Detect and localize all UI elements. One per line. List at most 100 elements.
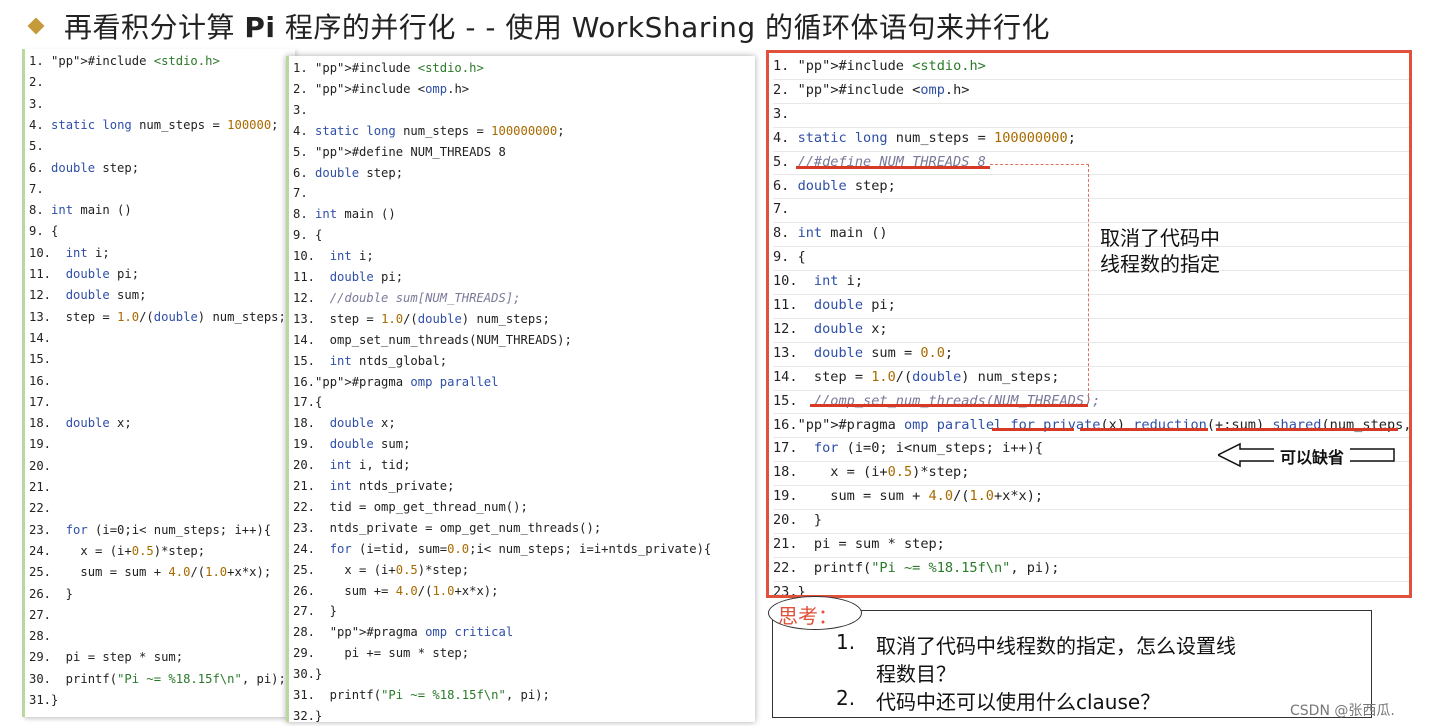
code-line-15: 15. //omp_set_num_threads(NUM_THREADS); [773,390,1409,415]
code-line-14: 14. [29,330,52,345]
code-line-19: 19. [29,437,52,452]
code-line-7: 7. [29,181,44,196]
code-line-24: 24. for (i=tid, sum=0.0;i< num_steps; i=… [293,541,712,556]
code-line-27: 27. [29,607,52,622]
code-line-25: 25. x = (i+0.5)*step; [293,562,470,577]
code-line-20: 20. int i, tid; [293,458,411,473]
code-line-16: 16."pp">#pragma omp parallel [293,374,499,389]
code-line-1: 1. "pp">#include <stdio.h> [29,54,220,68]
code-line-4: 4. static long num_steps = 100000000; [293,123,565,138]
question-1-line-1: 取消了代码中线程数的指定，怎么设置线 [876,634,1236,658]
code-line-4: 4. static long num_steps = 100000; [29,117,279,132]
code-line-13: 13. step = 1.0/(double) num_steps; [293,311,550,326]
code-line-11: 11. double pi; [29,267,140,281]
code-line-30: 30. printf("Pi ~= %18.15f\n", pi); [29,671,286,686]
code-line-24: 24. x = (i+0.5)*step; [29,543,206,558]
code-line-14: 14. omp_set_num_threads(NUM_THREADS); [293,332,572,347]
code-line-20: 20. [29,458,52,473]
code-line-10: 10. int i; [773,270,1409,295]
code-line-2: 2. "pp">#include <omp.h> [773,79,1409,104]
serial-code-panel: 1. "pp">#include <stdio.h> 2. 3. 4. static … [22,49,295,717]
underline-reduction-clause [1080,428,1208,431]
underline-define-comment [796,166,990,169]
code-line-15: 15. int ntds_global; [293,353,448,368]
code-line-20: 20. } [773,509,1409,534]
underline-shared-clause [1216,428,1398,431]
code-line-14: 14. step = 1.0/(double) num_steps; [773,366,1409,391]
code-line-11: 11. double pi; [293,270,404,284]
code-line-13: 13. double sum = 0.0; [773,342,1409,367]
code-line-22: 22. printf("Pi ~= %18.15f\n", pi); [773,557,1409,582]
code-line-18: 18. double x; [293,416,396,431]
code-line-3: 3. [293,102,308,117]
annotation-note: 取消了代码中 线程数的指定 [1100,226,1220,276]
code-line-6: 6. double step; [773,175,1409,200]
code-line-31: 31. printf("Pi ~= %18.15f\n", pi); [293,688,550,702]
code-line-18: 18. double x; [29,416,132,431]
code-line-28: 28. "pp">#pragma omp critical [293,625,514,640]
code-line-16: 16."pp">#pragma omp parallel for private… [773,414,1409,439]
code-line-5: 5. //#define NUM_THREADS 8 [773,151,1409,176]
code-line-5: 5. "pp">#define NUM_THREADS 8 [293,144,506,159]
code-line-19: 19. sum = sum + 4.0/(1.0+x*x); [773,485,1409,511]
code-line-6: 6. double step; [29,160,140,175]
code-line-12: 12. double x; [773,318,1409,343]
code-line-2: 2. "pp">#include <omp.h> [293,81,470,96]
code-line-22: 22. [29,501,52,516]
code-line-10: 10. int i; [29,245,110,260]
code-line-23: 23. for (i=0;i< num_steps; i++){ [29,522,272,537]
code-line-19: 19. double sum; [293,437,411,452]
question-2: 代码中还可以使用什么clause？ [876,690,1161,714]
question-1-line-2: 程数目？ [876,662,956,686]
code-line-30: 30.} [293,667,323,682]
code-line-1: 1. "pp">#include <stdio.h> [773,55,1409,80]
code-line-17: 17. [29,394,52,409]
code-line-31: 31.} [29,693,59,707]
code-line-26: 26. sum += 4.0/(1.0+x*x); [293,583,499,598]
code-line-25: 25. sum = sum + 4.0/(1.0+x*x); [29,565,272,580]
code-line-22: 22. tid = omp_get_thread_num(); [293,499,528,514]
code-line-16: 16. [29,373,52,388]
dashed-connector [990,164,1089,401]
code-line-7: 7. [773,198,1409,224]
parallel-region-code-panel: 1. "pp">#include <stdio.h> 2. "pp">#inclu… [286,56,755,722]
code-line-9: 9. { [29,224,59,239]
code-line-12: 12. //double sum[NUM_THREADS]; [293,290,521,305]
code-line-11: 11. double pi; [773,294,1409,319]
code-line-9: 9. { [293,228,323,243]
code-line-29: 29. pi = step * sum; [29,650,184,665]
code-line-21: 21. int ntds_private; [293,479,455,493]
code-line-4: 4. static long num_steps = 100000000; [773,127,1409,152]
code-line-17: 17.{ [293,395,323,410]
callout-label: 可以缺省 [1274,444,1351,468]
code-line-23: 23.} [773,581,1409,595]
code-line-29: 29. pi += sum * step; [293,646,470,661]
code-line-26: 26. } [29,586,74,601]
code-line-13: 13. step = 1.0/(double) num_steps; [29,309,286,324]
code-line-6: 6. double step; [293,165,404,180]
code-line-8: 8. int main () [773,222,1409,248]
code-line-9: 9. { [773,246,1409,272]
underline-private-clause [992,428,1074,431]
question-2-number: 2. [836,686,856,710]
underline-set-num-threads-comment [810,404,1088,407]
code-line-7: 7. [293,186,308,201]
code-line-8: 8. int main () [293,207,396,222]
code-line-28: 28. [29,629,52,644]
think-label: 思考： [778,604,838,628]
code-line-5: 5. [29,139,44,154]
bullet-diamond-icon [27,17,45,35]
watermark: CSDN @张西瓜. [1290,703,1395,719]
slide-title: 再看积分计算 Pi 程序的并行化 - - 使用 WorkSharing 的循环体… [0,0,1430,50]
code-line-32: 32.} [293,708,323,722]
code-line-8: 8. int main () [29,203,132,218]
slide-title-text: 再看积分计算 Pi 程序的并行化 - - 使用 WorkSharing 的循环体… [64,11,1051,44]
code-line-3: 3. [29,96,44,111]
code-line-21: 21. pi = sum * step; [773,533,1409,558]
code-line-15: 15. [29,352,52,367]
code-line-10: 10. int i; [293,249,374,264]
code-line-27: 27. } [293,604,338,619]
question-1-number: 1. [836,630,856,654]
code-line-23: 23. ntds_private = omp_get_num_threads()… [293,520,602,535]
code-line-3: 3. [773,103,1409,128]
